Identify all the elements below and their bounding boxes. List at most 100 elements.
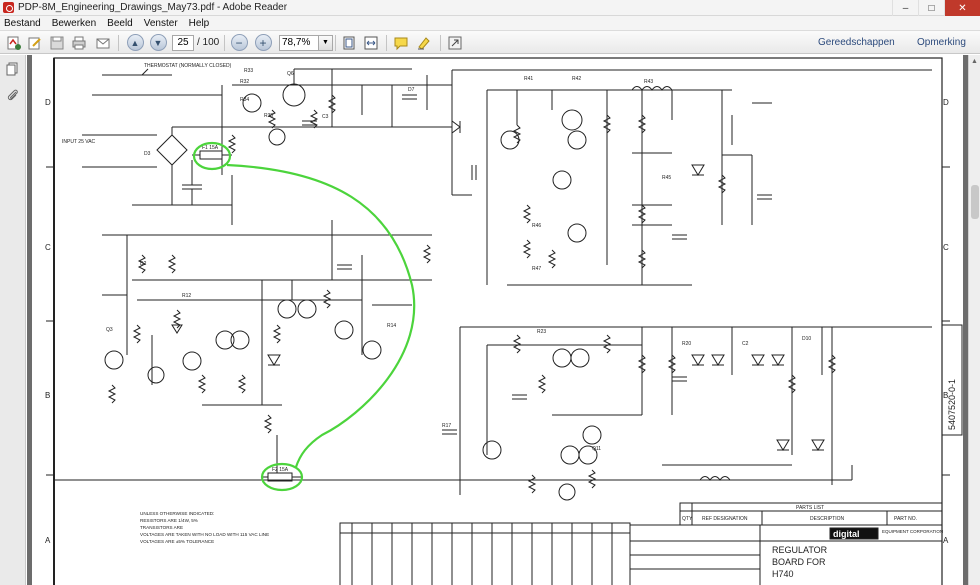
page-number-input[interactable]: 25 (172, 34, 194, 51)
notes-line-4: VOLTAGES ARE ±5% TOLERANCE (140, 539, 214, 544)
maximize-button[interactable]: □ (918, 0, 944, 16)
notes-line-1: RESISTORS ARE 1/4W, 5% (140, 518, 198, 523)
toolbar-separator (440, 35, 441, 51)
svg-text:R46: R46 (532, 223, 541, 229)
company-logo: digital (833, 529, 860, 539)
svg-text:R14: R14 (387, 323, 396, 329)
scroll-thumb[interactable] (971, 185, 979, 219)
expand-icon[interactable] (446, 34, 464, 51)
drawing-number-sidebar: 5407520-0-1 (941, 324, 963, 436)
ref-designation-header: REF DESIGNATION (702, 516, 748, 522)
green-annotation (192, 141, 416, 492)
menu-view[interactable]: Beeld (107, 18, 133, 29)
minimize-button[interactable]: – (892, 0, 918, 16)
zoom-dropdown-icon[interactable]: ▼ (319, 34, 333, 51)
navigation-panel (0, 55, 26, 585)
svg-text:R35: R35 (264, 113, 273, 119)
attachments-icon[interactable] (5, 87, 21, 103)
svg-text:R17: R17 (442, 423, 451, 429)
svg-text:R12: R12 (182, 293, 191, 299)
zone-letter-right: D (943, 98, 949, 107)
zone-letter-left: D (45, 98, 51, 107)
svg-text:R20: R20 (682, 341, 691, 347)
svg-text:D7: D7 (408, 87, 415, 93)
svg-text:INPUT 25 VAC: INPUT 25 VAC (62, 139, 96, 145)
comment-icon[interactable] (392, 34, 410, 51)
company-subtitle: EQUIPMENT CORPORATION (882, 529, 943, 534)
svg-text:D10: D10 (802, 336, 811, 342)
pdf-page: D C B A D C B A UNLESS OTHERWISE INDICAT… (32, 55, 963, 585)
document-viewer[interactable]: D C B A D C B A UNLESS OTHERWISE INDICAT… (27, 55, 968, 585)
page-up-icon[interactable]: ▲ (126, 34, 144, 51)
menu-window[interactable]: Venster (144, 18, 178, 29)
green-connecting-line (226, 163, 416, 468)
menu-bar: Bestand Bewerken Beeld Venster Help (0, 16, 980, 30)
lower-right-section (442, 326, 932, 501)
svg-text:R32: R32 (240, 79, 249, 85)
zoom-control: 78,7% ▼ (279, 34, 333, 51)
toolbar: ▲ ▼ 25 / 100 − + 78,7% ▼ Gereedschappen … (0, 30, 980, 54)
page-down-icon[interactable]: ▼ (149, 34, 167, 51)
zone-letter-left: A (45, 536, 51, 545)
svg-text:C3: C3 (322, 114, 329, 120)
notes-line-3: VOLTAGES ARE TAKEN WITH NO LOAD WITH 115… (140, 532, 269, 537)
scroll-up-icon[interactable]: ▲ (969, 55, 980, 67)
save-icon[interactable] (48, 34, 66, 51)
menu-help[interactable]: Help (189, 18, 210, 29)
comment-link[interactable]: Opmerking (917, 37, 966, 48)
drawing-title-line-2: BOARD FOR (772, 557, 826, 567)
toolbar-separator (118, 35, 119, 51)
create-pdf-icon[interactable] (5, 34, 23, 51)
toolbar-separator (224, 35, 225, 51)
circuit-schematic: D C B A D C B A UNLESS OTHERWISE INDICAT… (45, 57, 963, 585)
menu-edit[interactable]: Bewerken (52, 18, 96, 29)
fuse-f2 (262, 435, 302, 482)
edit-icon[interactable] (26, 34, 44, 51)
toolbar-separator (335, 35, 336, 51)
middle-left-section (102, 220, 432, 434)
svg-text:R41: R41 (524, 76, 533, 82)
print-icon[interactable] (70, 34, 88, 51)
svg-text:D2: D2 (140, 261, 147, 267)
part-no-header: PART NO. (894, 516, 917, 522)
input-rectifier-section (82, 68, 461, 225)
menu-file[interactable]: Bestand (4, 18, 41, 29)
zoom-input[interactable]: 78,7% (279, 34, 319, 51)
svg-text:R47: R47 (532, 266, 541, 272)
window-title: PDP-8M_Engineering_Drawings_May73.pdf - … (18, 2, 288, 13)
fit-width-icon[interactable] (362, 34, 380, 51)
svg-text:Q3: Q3 (106, 327, 113, 333)
upper-right-regulator (451, 69, 932, 286)
parts-qty-header: QTY (682, 516, 693, 522)
svg-text:Q6: Q6 (287, 71, 294, 77)
drawing-title-line-1: REGULATOR (772, 545, 828, 555)
parts-list-title: PARTS LIST (796, 505, 824, 511)
drawing-title-line-3: H740 (772, 569, 794, 579)
highlight-icon[interactable] (415, 34, 433, 51)
fuse-f1 (192, 150, 232, 160)
page-number-group: 25 / 100 (172, 34, 219, 51)
zoom-out-icon[interactable]: − (230, 34, 248, 51)
drawing-number: 5407520-0-1 (947, 379, 957, 430)
revision-table (339, 522, 631, 585)
svg-text:R43: R43 (644, 79, 653, 85)
page-thumbnails-icon[interactable] (5, 61, 21, 77)
svg-text:THERMOSTAT (NORMALLY CLOSED): THERMOSTAT (NORMALLY CLOSED) (144, 63, 232, 69)
close-button[interactable]: ✕ (944, 0, 980, 16)
fuse-f1-label: F1 15A (202, 145, 219, 151)
adobe-reader-icon (3, 2, 14, 13)
zone-markers (46, 166, 950, 476)
svg-text:Q11: Q11 (592, 446, 601, 452)
svg-text:R34: R34 (240, 97, 249, 103)
svg-text:D3: D3 (144, 151, 151, 157)
tools-link[interactable]: Gereedschappen (818, 37, 895, 48)
email-icon[interactable] (94, 34, 112, 51)
title-bar: PDP-8M_Engineering_Drawings_May73.pdf - … (0, 0, 980, 16)
toolbar-separator (386, 35, 387, 51)
zoom-in-icon[interactable]: + (254, 34, 272, 51)
svg-text:R42: R42 (572, 76, 581, 82)
page-total: / 100 (197, 37, 220, 48)
vertical-scrollbar[interactable]: ▲ (968, 55, 980, 585)
fit-page-icon[interactable] (340, 34, 358, 51)
notes-line-2: TRANSISTORS ARE (140, 525, 183, 530)
